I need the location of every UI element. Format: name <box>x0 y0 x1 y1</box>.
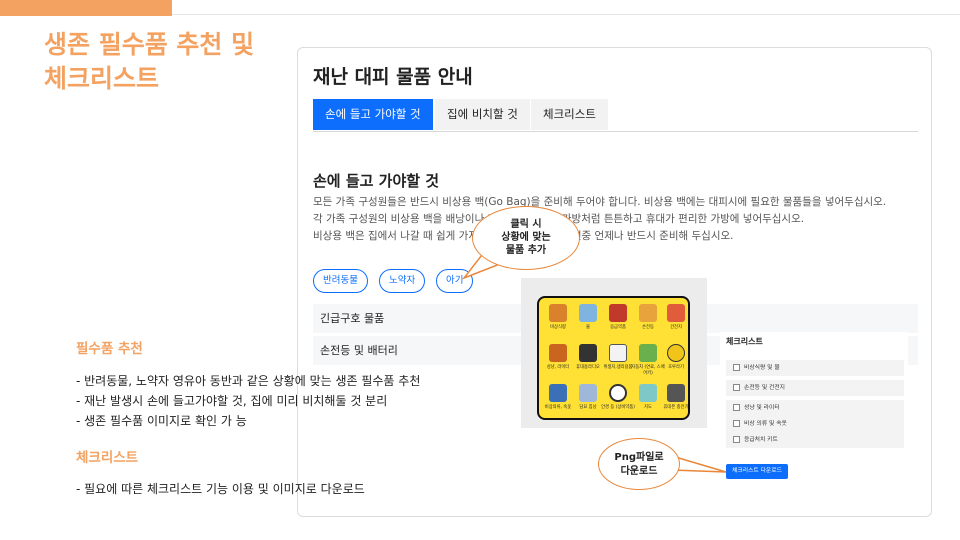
filter-elderly-button[interactable]: 노약자 <box>379 269 426 293</box>
item-cell: 비상의류, 속옷 <box>543 382 573 420</box>
section-title: 손에 들고 가야할 것 <box>313 172 440 190</box>
checkbox-icon[interactable] <box>733 404 740 411</box>
slide-title: 생존 필수품 추천 및 체크리스트 <box>44 28 254 96</box>
clothing-icon <box>549 384 567 402</box>
tab-carry-items[interactable]: 손에 들고 가야할 것 <box>313 99 433 130</box>
first-aid-icon <box>609 304 627 322</box>
slide-title-line-2: 체크리스트 <box>44 64 160 93</box>
checklist-item-label: 성냥 및 라이터 <box>744 405 780 411</box>
description-line: 비상용 백은 집에서 나갈 때 쉽게 가져갈 수 있어야 합니다. 연중 언제나… <box>313 230 734 242</box>
items-infographic-card: 비상식량 물 응급약품 손전등 건전지 성냥, 라이터 휴대용라디오 위생지,생… <box>537 296 690 420</box>
callout-text: Png파일로 <box>614 452 664 463</box>
callout-text: 다운로드 <box>620 466 658 477</box>
checklist-item-label: 응급처치 키트 <box>744 437 778 443</box>
battery-icon <box>667 304 685 322</box>
survival-items-image: 비상식량 물 응급약품 손전등 건전지 성냥, 라이터 휴대용라디오 위생지,생… <box>521 278 707 428</box>
flashlight-icon <box>639 304 657 322</box>
glasses-icon <box>609 384 627 402</box>
checkbox-icon[interactable] <box>733 384 740 391</box>
checklist-title: 체크리스트 <box>726 337 763 346</box>
item-label: 휴대폰 충전기 <box>663 405 689 410</box>
feature-line: - 반려동물, 노약자 영유아 동반과 같은 상황에 맞는 생존 필수품 추천 <box>76 374 421 388</box>
item-cell: 담요 침낭 <box>573 382 603 420</box>
checklist-item[interactable]: 손전등 및 건전지 <box>726 380 904 396</box>
tissue-icon <box>609 344 627 362</box>
tab-bar: 손에 들고 가야할 것 집에 비치할 것 체크리스트 <box>313 99 918 132</box>
map-icon <box>639 384 657 402</box>
item-cell: 손전등 <box>633 302 663 340</box>
item-cell: 성냥, 라이터 <box>543 342 573 380</box>
item-cell: 호루라기 <box>661 342 691 380</box>
panel-title: 재난 대피 물품 안내 <box>313 66 473 88</box>
feature-heading-recommend: 필수품 추천 <box>76 341 143 357</box>
slide-title-line-1: 생존 필수품 추천 및 <box>44 30 255 59</box>
checklist-item[interactable]: 비상식량 및 물 <box>726 360 904 376</box>
food-icon <box>549 304 567 322</box>
callout-png-bubble: Png파일로 다운로드 <box>598 438 680 490</box>
tab-checklist[interactable]: 체크리스트 <box>531 99 608 130</box>
checklist-item[interactable]: 성냥 및 라이터 <box>726 400 904 416</box>
checkbox-icon[interactable] <box>733 420 740 427</box>
top-accent-bar <box>0 0 172 16</box>
item-cell: 위생지,생리용품 <box>603 342 633 380</box>
filter-pets-button[interactable]: 반려동물 <box>313 269 368 293</box>
callout-text: 물품 추가 <box>505 245 547 256</box>
item-cell: 휴대용라디오 <box>573 342 603 380</box>
top-divider <box>172 14 960 15</box>
callout-click-bubble: 클릭 시 상황에 맞는 물품 추가 <box>472 206 580 270</box>
tab-home-items[interactable]: 집에 비치할 것 <box>435 99 530 130</box>
charger-icon <box>667 384 685 402</box>
checklist-item[interactable]: 비상 의류 및 속옷 <box>726 416 904 432</box>
checklist-panel: 체크리스트 비상식량 및 물 손전등 및 건전지 성냥 및 라이터 비상 의류 … <box>720 332 908 484</box>
item-cell: 휴대폰 충전기 <box>661 382 691 420</box>
item-cell: 자동차 (연료, 스페어키) <box>631 342 665 380</box>
car-icon <box>639 344 657 362</box>
callout-text: 상황에 맞는 <box>501 232 551 243</box>
water-icon <box>579 304 597 322</box>
radio-icon <box>579 344 597 362</box>
blanket-icon <box>579 384 597 402</box>
description-line: 모든 가족 구성원들은 반드시 비상용 백(Go Bag)을 준비해 두어야 합… <box>313 196 887 208</box>
checklist-item[interactable]: 응급처치 키트 <box>726 432 904 448</box>
checklist-item-label: 비상식량 및 물 <box>744 365 780 371</box>
item-cell: 비상식량 <box>543 302 573 340</box>
checkbox-icon[interactable] <box>733 436 740 443</box>
checklist-item-label: 손전등 및 건전지 <box>744 385 786 391</box>
whistle-icon <box>667 344 685 362</box>
item-label: 건전지 <box>670 325 682 330</box>
feature-heading-checklist: 체크리스트 <box>76 450 139 466</box>
item-cell: 응급약품 <box>603 302 633 340</box>
item-cell: 안경 등 (상비약품) <box>601 382 635 420</box>
checklist-download-button[interactable]: 체크리스트 다운로드 <box>726 464 788 479</box>
item-label: 호루라기 <box>668 365 684 370</box>
checkbox-icon[interactable] <box>733 364 740 371</box>
matches-icon <box>549 344 567 362</box>
item-cell: 물 <box>573 302 603 340</box>
item-cell: 건전지 <box>661 302 691 340</box>
feature-line: - 생존 필수품 이미지로 확인 가 능 <box>76 414 247 428</box>
feature-line: - 필요에 따른 체크리스트 기능 이용 및 이미지로 다운로드 <box>76 482 365 496</box>
description-line: 각 가족 구성원의 비상용 백을 배낭이나 바퀴달린 여행용 가방처럼 튼튼하고… <box>313 213 805 225</box>
feature-line: - 재난 발생시 손에 들고가야할 것, 집에 미리 비치해둘 것 분리 <box>76 394 388 408</box>
checklist-item-label: 비상 의류 및 속옷 <box>744 421 787 427</box>
callout-text: 클릭 시 <box>510 219 542 230</box>
item-cell: 지도 <box>633 382 663 420</box>
